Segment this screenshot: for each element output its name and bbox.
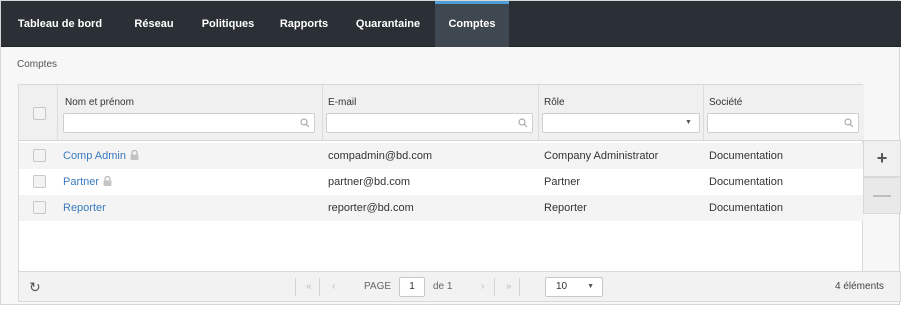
delete-account-button[interactable]: — [863, 177, 901, 214]
account-role: Partner [544, 176, 581, 188]
lock-icon [130, 150, 139, 160]
email-filter-input[interactable] [326, 113, 533, 133]
row-checkbox[interactable] [33, 175, 46, 188]
search-icon [518, 118, 528, 128]
tab-reports[interactable]: Rapports [267, 1, 341, 47]
account-name-link[interactable]: Reporter [63, 195, 106, 221]
page-size-select[interactable]: 10 ▼ [545, 277, 603, 297]
app-window: Tableau de bord Réseau Politiques Rappor… [0, 0, 901, 305]
column-header-company[interactable]: Société [709, 97, 742, 108]
lock-icon [103, 176, 112, 186]
table-row[interactable]: Reporter reporter@bd.com Reporter Docume… [19, 195, 864, 221]
account-company: Documentation [709, 202, 783, 214]
page-count: de 1 [433, 281, 453, 292]
role-filter-select[interactable]: ▼ [542, 113, 700, 133]
page-number-input[interactable]: 1 [399, 277, 425, 297]
items-total: 4 éléments [835, 281, 884, 292]
chevron-down-icon: ▼ [587, 283, 594, 290]
row-checkbox[interactable] [33, 201, 46, 214]
breadcrumb: Comptes [17, 59, 58, 70]
tab-dashboard[interactable]: Tableau de bord [1, 1, 119, 47]
table-header: Nom et prénom E-mail Rôle ▼ Société [19, 85, 864, 141]
company-filter-input[interactable] [707, 113, 859, 133]
top-nav: Tableau de bord Réseau Politiques Rappor… [1, 1, 901, 47]
select-all-checkbox[interactable] [33, 107, 46, 120]
table-row[interactable]: Partner partner@bd.com Partner Documenta… [19, 169, 864, 195]
account-role: Company Administrator [544, 150, 659, 162]
next-page-icon[interactable]: › [481, 281, 484, 292]
tab-policies[interactable]: Politiques [189, 1, 267, 47]
account-company: Documentation [709, 176, 783, 188]
row-checkbox[interactable] [33, 149, 46, 162]
tab-network[interactable]: Réseau [119, 1, 189, 47]
search-icon [300, 118, 310, 128]
search-icon [844, 118, 854, 128]
table-row[interactable]: Comp Admin compadmin@bd.com Company Admi… [19, 143, 864, 169]
prev-page-icon[interactable]: ‹ [332, 281, 335, 292]
first-page-icon[interactable]: « [306, 281, 312, 292]
column-header-email[interactable]: E-mail [328, 97, 356, 108]
account-role: Reporter [544, 202, 587, 214]
column-header-name[interactable]: Nom et prénom [65, 97, 134, 108]
account-email: compadmin@bd.com [328, 150, 433, 162]
page-label: PAGE [364, 281, 392, 292]
account-email: partner@bd.com [328, 176, 411, 188]
account-company: Documentation [709, 150, 783, 162]
add-account-button[interactable]: + [863, 140, 901, 177]
account-name-link[interactable]: Comp Admin [63, 143, 139, 169]
account-name-link[interactable]: Partner [63, 169, 112, 195]
pagination-bar: ↻ « ‹ PAGE 1 de 1 › » 10 ▼ 4 éléments [18, 271, 901, 302]
accounts-table: Nom et prénom E-mail Rôle ▼ Société Comp… [18, 84, 864, 301]
tab-accounts[interactable]: Comptes [435, 1, 509, 47]
column-header-role[interactable]: Rôle [544, 97, 565, 108]
last-page-icon[interactable]: » [506, 281, 512, 292]
tab-quarantine[interactable]: Quarantaine [341, 1, 435, 47]
refresh-icon[interactable]: ↻ [29, 279, 41, 296]
account-email: reporter@bd.com [328, 202, 414, 214]
chevron-down-icon: ▼ [685, 119, 692, 126]
name-filter-input[interactable] [63, 113, 315, 133]
